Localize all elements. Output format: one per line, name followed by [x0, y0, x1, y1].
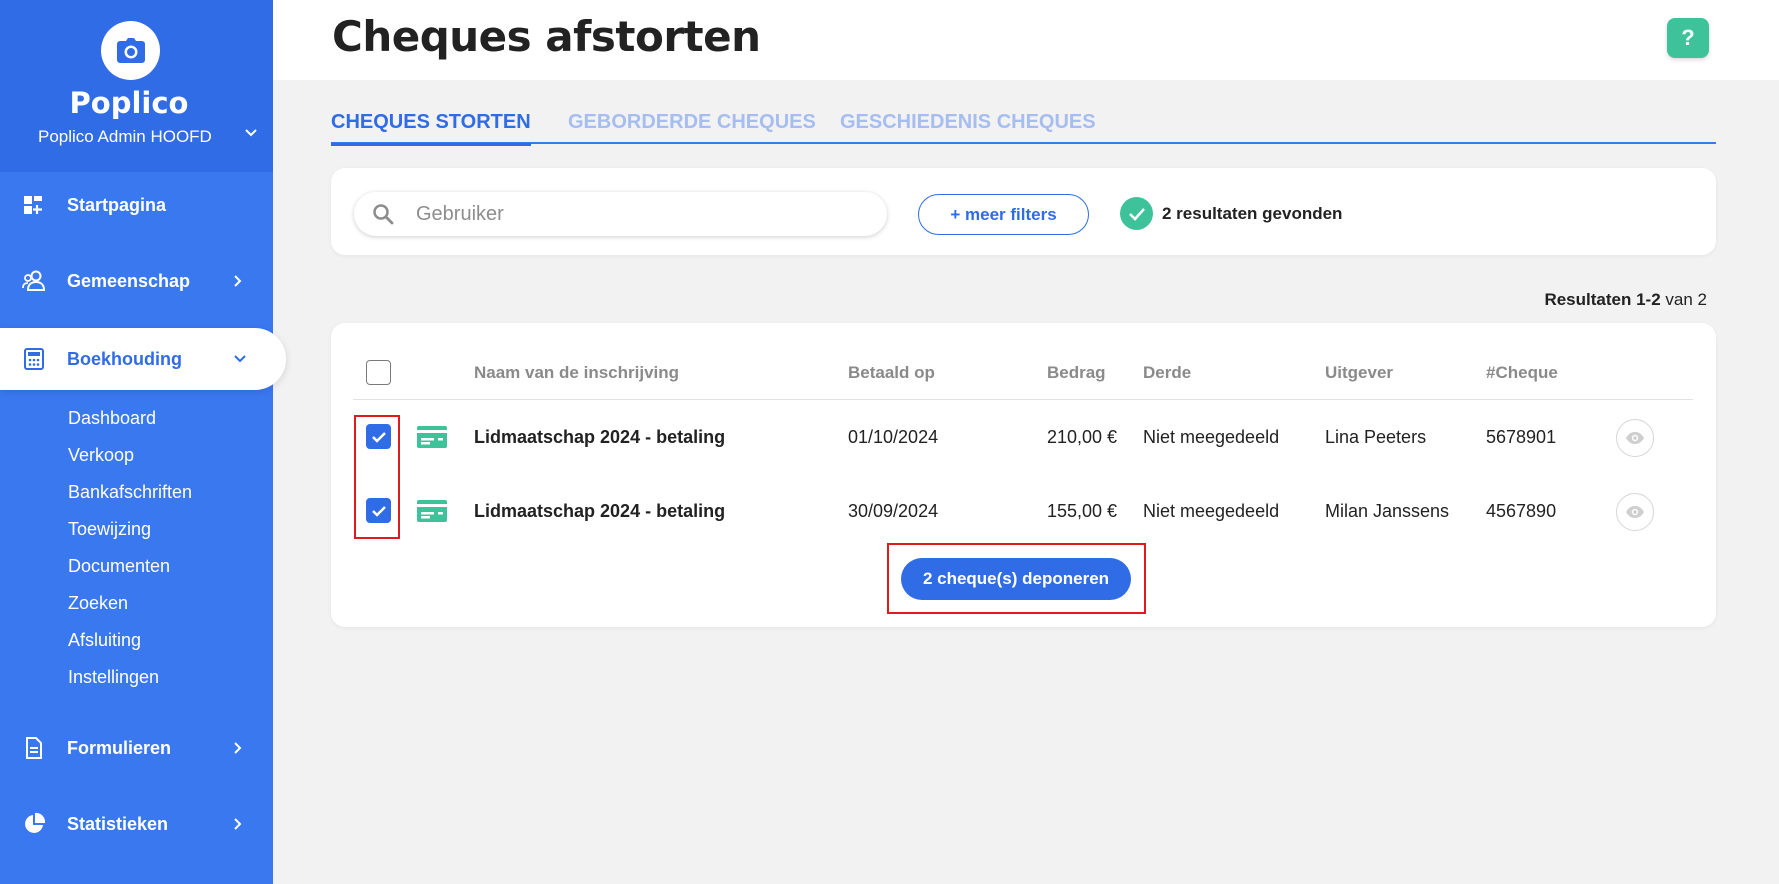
nav-item-gemeenschap[interactable]: Gemeenschap	[0, 250, 273, 312]
chevron-right-icon	[234, 275, 242, 287]
select-all-checkbox[interactable]	[366, 360, 391, 385]
nav-label: Statistieken	[67, 813, 169, 834]
cheques-table: Naam van de inschrijving Betaald op Bedr…	[331, 323, 1716, 627]
page-title: Cheques afstorten	[332, 12, 761, 61]
search-input[interactable]	[416, 192, 866, 236]
row-amount: 210,00 €	[1047, 427, 1118, 447]
results-count-range: 1-2	[1636, 290, 1661, 309]
cheque-icon	[417, 500, 447, 522]
nav-label: Startpagina	[67, 194, 167, 215]
help-button[interactable]: ?	[1667, 18, 1709, 58]
row-third-party: Niet meegedeeld	[1143, 501, 1280, 521]
results-count-suffix: van 2	[1665, 290, 1707, 309]
row-checkbox[interactable]	[366, 424, 391, 449]
nav-item-statistieken[interactable]: Statistieken	[0, 793, 273, 855]
header-divider	[353, 399, 1693, 400]
community-icon	[22, 270, 46, 291]
calculator-icon	[24, 348, 44, 370]
pie-chart-icon	[25, 812, 46, 833]
search-box	[354, 192, 887, 236]
check-icon	[371, 431, 386, 443]
row-issuer: Lina Peeters	[1325, 427, 1427, 447]
document-icon	[26, 737, 42, 759]
nav-item-formulieren[interactable]: Formulieren	[0, 717, 273, 779]
submenu-item-bankafschriften[interactable]: Bankafschriften	[68, 477, 192, 514]
nav-label: Formulieren	[67, 737, 172, 758]
sidebar: Poplico Poplico Admin HOOFD Startpagina …	[0, 0, 286, 884]
chevron-right-icon	[234, 742, 242, 754]
view-button[interactable]	[1616, 419, 1654, 457]
eye-icon	[1626, 432, 1644, 444]
brand-name: Poplico	[69, 86, 189, 120]
account-switcher[interactable]: Poplico Admin HOOFD	[38, 127, 212, 147]
submenu-item-documenten[interactable]: Documenten	[68, 551, 192, 588]
filter-bar: + meer filters 2 resultaten gevonden	[331, 168, 1716, 255]
nav-item-startpagina[interactable]: Startpagina	[0, 174, 273, 236]
submenu-item-afsluiting[interactable]: Afsluiting	[68, 625, 192, 662]
chevron-down-icon[interactable]	[244, 128, 258, 138]
brand-header: Poplico Poplico Admin HOOFD	[0, 0, 273, 172]
row-paid-on: 30/09/2024	[848, 501, 939, 521]
row-name: Lidmaatschap 2024 - betaling	[474, 427, 726, 447]
cheque-icon	[417, 426, 447, 448]
accounting-submenu: Dashboard Verkoop Bankafschriften Toewij…	[68, 403, 192, 699]
row-amount: 155,00 €	[1047, 501, 1118, 521]
logo	[101, 21, 160, 80]
row-checkbox[interactable]	[366, 498, 391, 523]
column-header-issuer: Uitgever	[1325, 363, 1394, 382]
tab-geschiedenis-cheques[interactable]: GESCHIEDENIS CHEQUES	[840, 111, 1096, 134]
dashboard-icon	[24, 196, 42, 214]
deposit-cheques-button[interactable]: 2 cheque(s) deponeren	[901, 558, 1131, 600]
results-found-text: 2 resultaten gevonden	[1162, 203, 1343, 223]
results-count-label: Resultaten	[1544, 290, 1632, 309]
chevron-down-icon	[234, 355, 246, 363]
column-header-amount: Bedrag	[1047, 363, 1106, 382]
row-name: Lidmaatschap 2024 - betaling	[474, 501, 726, 521]
submenu-item-dashboard[interactable]: Dashboard	[68, 403, 192, 440]
column-header-paid-on: Betaald op	[848, 363, 935, 382]
submenu-item-zoeken[interactable]: Zoeken	[68, 588, 192, 625]
submenu-item-toewijzing[interactable]: Toewijzing	[68, 514, 192, 551]
nav-label: Gemeenschap	[67, 270, 191, 291]
submenu-item-verkoop[interactable]: Verkoop	[68, 440, 192, 477]
row-issuer: Milan Janssens	[1325, 501, 1450, 521]
eye-icon	[1626, 506, 1644, 518]
row-third-party: Niet meegedeeld	[1143, 427, 1280, 447]
column-header-cheque-number: #Cheque	[1486, 363, 1558, 382]
chevron-right-icon	[234, 818, 242, 830]
nav-item-boekhouding[interactable]: Boekhouding	[0, 328, 286, 390]
nav-label: Boekhouding	[67, 348, 182, 369]
search-icon	[373, 204, 394, 225]
tab-cheques-storten[interactable]: CHEQUES STORTEN	[331, 111, 531, 146]
results-found-status: 2 resultaten gevonden	[1120, 197, 1342, 230]
check-icon	[371, 505, 386, 517]
view-button[interactable]	[1616, 493, 1654, 531]
column-header-name: Naam van de inschrijving	[474, 363, 680, 382]
tab-bar: CHEQUES STORTEN GEBORDERDE CHEQUES GESCH…	[331, 108, 1716, 146]
more-filters-button[interactable]: + meer filters	[918, 194, 1089, 235]
column-header-third-party: Derde	[1143, 363, 1192, 382]
results-count: Resultaten 1-2 van 2	[1400, 290, 1707, 310]
check-icon	[1120, 197, 1153, 230]
page-header: Cheques afstorten ?	[273, 0, 1779, 80]
camera-icon	[116, 37, 145, 63]
submenu-item-instellingen[interactable]: Instellingen	[68, 662, 192, 699]
tab-geborderde-cheques[interactable]: GEBORDERDE CHEQUES	[568, 111, 816, 134]
row-cheque-number: 5678901	[1486, 427, 1557, 447]
row-paid-on: 01/10/2024	[848, 427, 939, 447]
row-cheque-number: 4567890	[1486, 501, 1557, 521]
